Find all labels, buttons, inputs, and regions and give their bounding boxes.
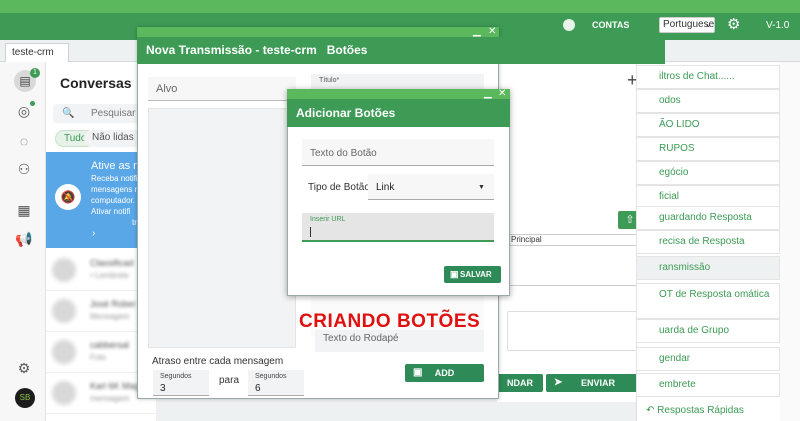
delay-label: Atraso entre cada mensagem (152, 356, 284, 367)
avatar (52, 381, 76, 405)
conversation-preview: • Lembrete (90, 271, 129, 280)
minimize-icon[interactable]: ▁ (484, 89, 492, 99)
broadcast-window-title: Nova Transmissão - teste-crm Botões (146, 43, 367, 57)
conversation-name: José Rober (90, 299, 137, 309)
dropdown-arrow-icon: ▼ (478, 184, 485, 191)
tab-teste-crm[interactable]: teste-crm (5, 43, 69, 62)
top-bar-stripe (0, 0, 800, 13)
conversations-title: Conversas (60, 75, 132, 91)
seconds-value: 6 (255, 383, 261, 394)
schedule-button[interactable]: NDAR (497, 374, 543, 392)
notification-text: Receba notifi (91, 174, 138, 183)
avatar (52, 258, 76, 282)
communities-icon[interactable]: ⚇ (15, 160, 33, 178)
window-title-text: Nova Transmissão - teste-crm (146, 43, 317, 57)
add-label: ADD (434, 368, 455, 378)
version-label: V-1.0 (766, 20, 790, 31)
quick-replies-label: Respostas Rápidas (657, 405, 744, 416)
editor-footer-box (507, 311, 649, 351)
contas-link[interactable]: CONTAS (592, 20, 629, 30)
reply-icon: ↶ (646, 405, 658, 416)
button-text-field[interactable]: Texto do Botão (302, 139, 494, 166)
seconds-value: 3 (160, 383, 166, 394)
minimize-icon[interactable]: ▁ (473, 27, 481, 37)
chevron-down-icon: ⌄ (704, 19, 712, 29)
filter-item[interactable]: OT de Resposta omática (636, 283, 780, 319)
send-icon: ➤ (554, 377, 563, 388)
footer-text-field[interactable]: Texto do Rodapé (315, 330, 484, 352)
quick-replies-item[interactable]: ↶ Respostas Rápidas (636, 402, 780, 421)
conversation-name: cabbersal (90, 340, 130, 350)
filter-item[interactable]: egócio (636, 161, 780, 185)
info-icon[interactable] (563, 19, 575, 31)
tab-buttons[interactable]: Botões (327, 43, 368, 57)
filter-item[interactable]: guardando Resposta (636, 206, 780, 230)
unread-badge: 1 (30, 68, 40, 78)
delay-min-input[interactable]: Segundos 3 (153, 370, 209, 396)
dialog-titlebar[interactable] (287, 89, 510, 99)
filter-chip-unread[interactable]: Não lidas (84, 130, 144, 147)
channels-icon[interactable]: ◌ (15, 132, 33, 150)
enable-notifications-link[interactable]: Ativar notifi (91, 207, 131, 216)
filter-item[interactable]: uarda de Grupo (636, 319, 780, 343)
search-icon: 🔍 (62, 108, 75, 119)
search-placeholder: Pesquisar (91, 108, 136, 119)
filter-item[interactable]: RUPOS (636, 137, 780, 161)
filter-item[interactable]: iltros de Chat...... (636, 65, 780, 89)
close-icon[interactable]: ✕ (488, 27, 496, 37)
avatar (52, 299, 76, 323)
add-button[interactable]: ▣ ADD (405, 364, 484, 382)
text-caret (310, 227, 311, 237)
conversation-preview: Foto (90, 353, 107, 362)
save-label: SALVAR (459, 270, 492, 279)
close-icon[interactable]: ✕ (498, 89, 506, 99)
bell-off-icon: 🔕 (55, 184, 81, 210)
editor-panel (497, 62, 636, 402)
seconds-label: Segundos (160, 373, 192, 380)
notification-text: computador. (91, 196, 136, 205)
status-dot (30, 101, 35, 106)
notification-text: mensagens n (91, 185, 140, 194)
filter-item[interactable]: ÃO LIDO (636, 113, 780, 137)
dialog-title: Adicionar Botões (296, 106, 396, 120)
store-icon[interactable]: ▦ (15, 201, 33, 219)
conversation-name: Karl 6K Mag (90, 381, 140, 391)
chevron-right-icon[interactable]: › (92, 228, 95, 239)
seconds-label: Segundos (255, 373, 287, 380)
profile-avatar[interactable]: SB (15, 388, 35, 408)
conversation-preview: Mensagem (90, 312, 130, 321)
url-label: Inserir URL (310, 216, 346, 223)
settings-icon[interactable]: ⚙ (15, 359, 33, 377)
filter-item[interactable]: gendar (636, 347, 780, 371)
filter-item[interactable]: embrete (636, 373, 780, 397)
caption-overlay: CRIANDO BOTÕES (299, 311, 481, 332)
para-label: para (219, 375, 240, 386)
gear-icon[interactable]: ⚙ (727, 15, 740, 33)
conversation-name: Classificad (90, 258, 134, 268)
send-label: ENVIAR (580, 378, 615, 388)
scrollbar[interactable] (780, 62, 800, 421)
language-select[interactable]: Portuguese ⌄ (659, 17, 715, 33)
save-icon: ▣ (413, 367, 423, 378)
window-titlebar[interactable] (137, 27, 499, 37)
save-button[interactable]: ▣ SALVAR (444, 266, 501, 283)
target-field[interactable]: Alvo (148, 77, 296, 101)
filter-item[interactable]: recisa de Resposta (636, 230, 780, 254)
table-header: Principal (507, 234, 643, 246)
filter-item[interactable]: odos (636, 89, 780, 113)
megaphone-icon[interactable]: 📢 (15, 230, 33, 248)
button-type-select[interactable]: Link (368, 174, 494, 200)
save-icon: ▣ (450, 269, 459, 279)
filter-item[interactable]: ransmissão (636, 256, 780, 280)
target-list[interactable] (148, 108, 296, 348)
avatar (52, 340, 76, 364)
send-button[interactable]: ➤ ENVIAR (546, 374, 650, 392)
button-type-label: Tipo de Botão (308, 182, 370, 193)
delay-max-input[interactable]: Segundos 6 (248, 370, 304, 396)
conversation-preview: mensagem (90, 394, 130, 403)
